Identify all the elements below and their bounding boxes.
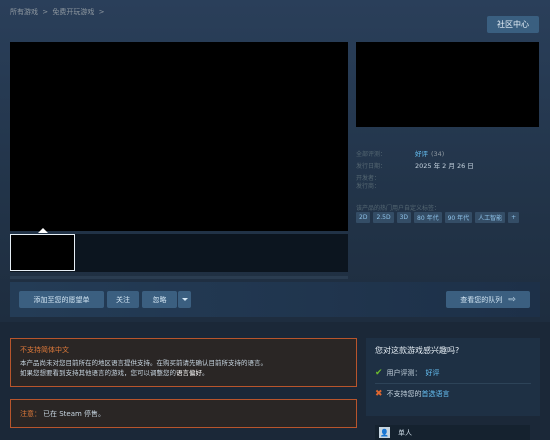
tag-2d[interactable]: 2D [356, 212, 371, 223]
tag-list: 2D 2.5D 3D 80 年代 90 年代 人工智能 + [356, 212, 520, 223]
language-warning-text: 本产品尚未对您目前所在的地区语言提供支持。在购买前请先确认目前所支持的语言。 [20, 359, 267, 367]
tag-80s[interactable]: 80 年代 [414, 212, 442, 223]
breadcrumb-separator: > [98, 8, 105, 16]
selected-thumbnail-caret [38, 228, 48, 233]
tag-90s[interactable]: 90 年代 [444, 212, 473, 223]
main-media-player[interactable] [10, 42, 348, 231]
breadcrumb-all-games[interactable]: 所有游戏 [10, 8, 38, 16]
tags-label: 该产品的热门用户自定义标签： [356, 205, 441, 212]
interest-review-value[interactable]: 好评 [426, 368, 440, 378]
feature-singleplayer-label: 单人 [398, 428, 412, 437]
interest-language-prefix: 不支持您的 [386, 390, 422, 398]
review-count: (34) [431, 150, 445, 158]
ignore-options-dropdown[interactable] [178, 291, 191, 308]
language-preferences-link[interactable]: 语言偏好 [176, 369, 202, 377]
publisher-row: 发行商： [356, 179, 539, 191]
language-warning-title: 不支持简体中文 [20, 346, 69, 354]
review-value[interactable]: 好评 [415, 150, 428, 158]
community-hub-button[interactable]: 社区中心 [487, 16, 539, 33]
tag-ai[interactable]: 人工智能 [475, 212, 506, 223]
view-queue-label: 查看您的队列 [460, 295, 503, 304]
interest-language-row: ✖ 不支持您的 首选语言 [375, 387, 531, 401]
checkmark-icon: ✔ [375, 368, 383, 378]
tag-2-5d[interactable]: 2.5D [373, 212, 394, 223]
game-capsule-image [356, 42, 539, 127]
release-date: 2025 年 2 月 26 日 [415, 162, 474, 170]
language-hint-suffix: 。 [202, 369, 209, 377]
publisher-label: 发行商： [356, 182, 381, 190]
tag-more-button[interactable]: + [508, 212, 520, 223]
notice-label: 注意： [20, 409, 41, 418]
chevron-down-icon [181, 298, 188, 301]
add-to-wishlist-button[interactable]: 添加至您的愿望单 [19, 291, 104, 308]
preferred-language-link[interactable]: 首选语言 [422, 389, 450, 399]
tag-3d[interactable]: 3D [396, 212, 412, 223]
release-row: 发行日期： 2025 年 2 月 26 日 [356, 159, 539, 171]
release-label: 发行日期： [356, 162, 387, 170]
view-queue-button[interactable]: 查看您的队列 ⇨ [446, 291, 530, 308]
breadcrumb-separator: > [42, 8, 49, 16]
delisted-notice: 注意： 已在 Steam 停售。 [10, 399, 357, 428]
thumbnail-scrollbar[interactable] [10, 276, 348, 279]
interest-panel: 您对这款游戏感兴趣吗? ✔ 用户评测： 好评 ✖ 不支持您的 首选语言 [366, 338, 540, 416]
warning-icon: ✖ [375, 389, 383, 399]
notice-text: 已在 Steam 停售。 [43, 409, 106, 418]
interest-review-label: 用户评测： [386, 369, 422, 377]
review-label: 全部评测： [356, 150, 387, 158]
game-info-panel: 全部评测： 好评 (34) 发行日期： 2025 年 2 月 26 日 开发者： … [356, 147, 539, 191]
person-icon: 👤 [379, 427, 390, 438]
feature-singleplayer[interactable]: 👤 单人 [375, 425, 530, 440]
queue-arrow-icon: ⇨ [508, 294, 516, 305]
interest-review-row: ✔ 用户评测： 好评 [375, 366, 531, 380]
interest-title: 您对这款游戏感兴趣吗? [375, 346, 460, 355]
breadcrumb-free-games[interactable]: 免费开玩游戏 [52, 8, 94, 16]
follow-button[interactable]: 关注 [107, 291, 139, 308]
media-thumbnail[interactable] [10, 234, 75, 271]
review-row: 全部评测： 好评 (34) [356, 147, 539, 159]
ignore-button[interactable]: 忽略 [142, 291, 177, 308]
language-warning-box: 不支持简体中文 本产品尚未对您目前所在的地区语言提供支持。在购买前请先确认目前所… [10, 338, 357, 387]
language-warning-hint: 如果您想要看到支持其他语言的游戏，您可以调整您的语言偏好。 [20, 368, 347, 378]
divider [375, 383, 531, 384]
language-hint-prefix: 如果您想要看到支持其他语言的游戏，您可以调整您的 [20, 369, 176, 377]
breadcrumb: 所有游戏 > 免费开玩游戏 > [10, 7, 106, 17]
review-summary[interactable]: 好评 (34) [415, 148, 444, 158]
